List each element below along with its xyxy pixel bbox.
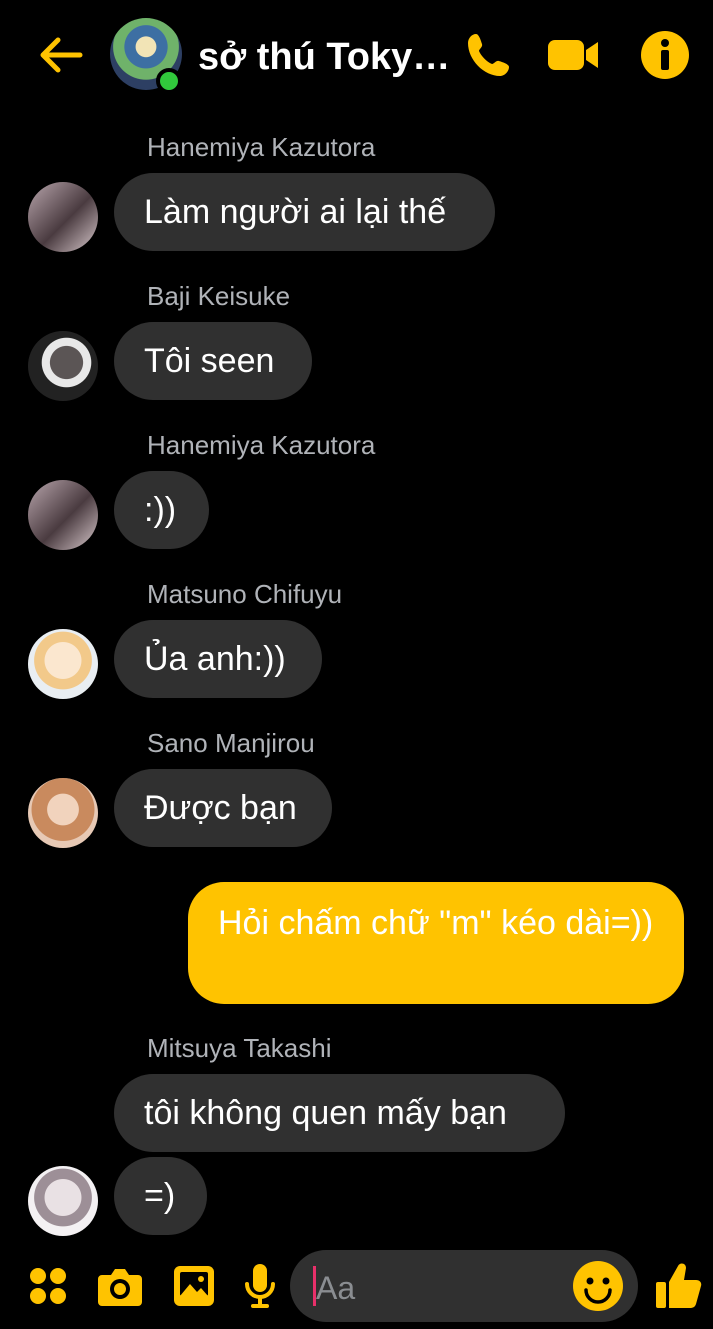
message-bubble[interactable]: tôi không quen mấy bạn bbox=[114, 1074, 565, 1152]
message-bubble[interactable]: Làm người ai lại thế bbox=[114, 173, 495, 251]
message-input[interactable]: Aa bbox=[290, 1250, 638, 1322]
chat-header: sở thú Tokyo... bbox=[0, 0, 713, 110]
sender-name: Matsuno Chifuyu bbox=[147, 579, 343, 609]
avatar[interactable] bbox=[28, 331, 98, 401]
message-bubble[interactable]: Được bạn bbox=[114, 769, 332, 847]
sender-name: Sano Manjirou bbox=[147, 728, 315, 758]
back-arrow-icon[interactable] bbox=[36, 30, 86, 80]
message-bubble[interactable]: :)) bbox=[114, 471, 209, 549]
conversation-title[interactable]: sở thú Tokyo... bbox=[198, 36, 453, 79]
thumbs-up-icon[interactable] bbox=[654, 1260, 702, 1310]
apps-grid-icon[interactable] bbox=[28, 1266, 68, 1306]
camera-icon[interactable] bbox=[96, 1266, 144, 1308]
phone-icon[interactable] bbox=[462, 28, 516, 82]
gallery-icon[interactable] bbox=[172, 1264, 216, 1308]
avatar[interactable] bbox=[28, 629, 98, 699]
microphone-icon[interactable] bbox=[242, 1262, 278, 1310]
message-input-placeholder: Aa bbox=[316, 1270, 356, 1306]
message-bubble[interactable]: Ủa anh:)) bbox=[114, 620, 322, 698]
message-bubble[interactable]: =) bbox=[114, 1157, 207, 1235]
avatar[interactable] bbox=[28, 480, 98, 550]
video-camera-icon[interactable] bbox=[546, 28, 600, 82]
sender-name: Hanemiya Kazutora bbox=[147, 430, 376, 460]
sender-name: Baji Keisuke bbox=[147, 281, 291, 311]
message-bubble[interactable]: Tôi seen bbox=[114, 322, 312, 400]
avatar[interactable] bbox=[28, 778, 98, 848]
emoji-icon[interactable] bbox=[572, 1260, 624, 1312]
avatar[interactable] bbox=[28, 1166, 98, 1236]
sender-name: Hanemiya Kazutora bbox=[147, 132, 376, 162]
online-status-dot bbox=[156, 68, 182, 94]
avatar[interactable] bbox=[28, 182, 98, 252]
message-composer: Aa bbox=[0, 1244, 713, 1329]
outgoing-message-bubble[interactable]: Hỏi chấm chữ "m" kéo dài=)) bbox=[188, 882, 684, 1004]
info-icon[interactable] bbox=[638, 28, 692, 82]
sender-name: Mitsuya Takashi bbox=[147, 1033, 332, 1063]
